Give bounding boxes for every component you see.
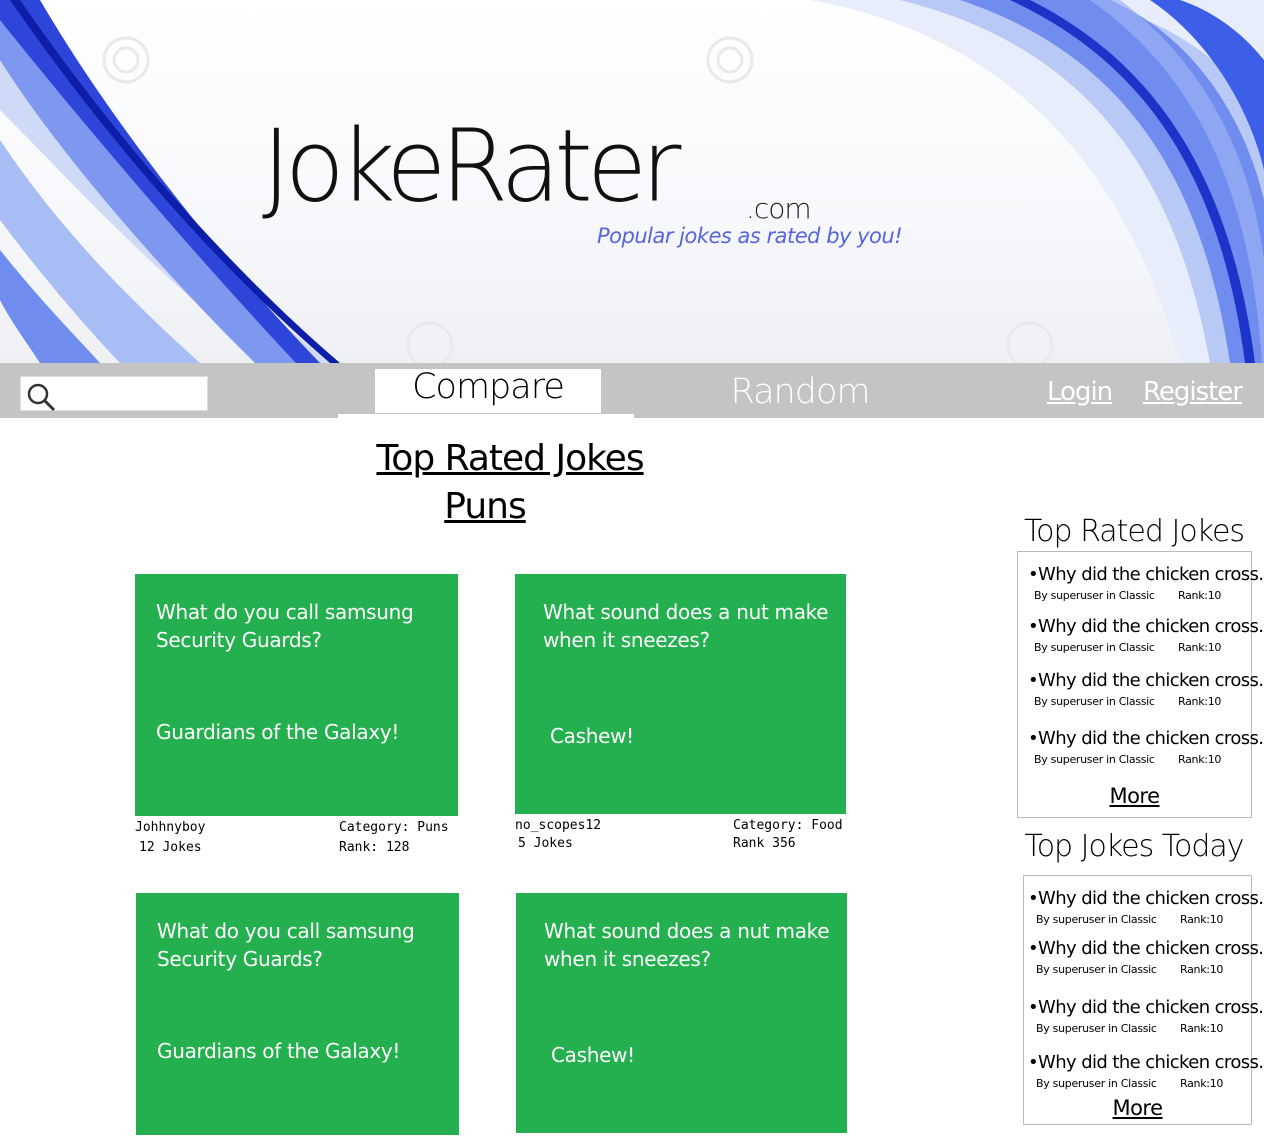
sidebar-joke-link[interactable]: •Why did the chicken cross... xyxy=(1028,728,1264,749)
sidebar-joke-link[interactable]: •Why did the chicken cross... xyxy=(1028,938,1264,959)
sidebar-joke-rank: Rank:10 xyxy=(1178,695,1222,708)
more-link[interactable]: More xyxy=(1024,1096,1251,1120)
sidebar-joke-link[interactable]: •Why did the chicken cross... xyxy=(1028,616,1264,637)
sidebar-top-rated-title: Top Rated Jokes xyxy=(1023,514,1245,549)
joke-rank: Rank: 128 xyxy=(339,840,410,855)
site-logo[interactable]: JokeRater xyxy=(262,117,681,217)
sidebar-joke-rank: Rank:10 xyxy=(1180,913,1224,926)
joke-author[interactable]: Johhnyboy xyxy=(135,818,205,838)
sidebar-joke-byline: By superuser in Classic xyxy=(1036,913,1157,926)
sidebar-joke-byline: By superuser in Classic xyxy=(1036,1077,1157,1090)
joke-question: What do you call samsung Security Guards… xyxy=(156,600,414,652)
login-link[interactable]: Login xyxy=(1047,377,1113,407)
joke-rank: Rank 356 xyxy=(733,836,796,851)
register-link[interactable]: Register xyxy=(1143,377,1243,407)
joke-question: What do you call samsung Security Guards… xyxy=(157,919,415,971)
joke-card[interactable]: What sound does a nut make when it sneez… xyxy=(515,574,846,814)
joke-author[interactable]: no_scopes12 xyxy=(515,816,601,836)
sidebar-joke-byline: By superuser in Classic xyxy=(1036,963,1157,976)
joke-question: What sound does a nut make when it sneez… xyxy=(544,919,830,971)
sidebar-joke-rank: Rank:10 xyxy=(1178,641,1222,654)
joke-answer: Cashew! xyxy=(550,724,634,748)
page-title[interactable]: Top Rated Jokes xyxy=(300,438,720,479)
tab-compare-label[interactable]: Compare xyxy=(375,367,601,407)
joke-author-count: 12 Jokes xyxy=(139,840,202,855)
joke-answer: Cashew! xyxy=(551,1043,635,1067)
joke-card[interactable]: What do you call samsung Security Guards… xyxy=(136,893,459,1135)
sidebar-joke-byline: By superuser in Classic xyxy=(1036,1022,1157,1035)
sidebar-joke-byline: By superuser in Classic xyxy=(1034,753,1155,766)
sidebar-joke-link[interactable]: •Why did the chicken cross... xyxy=(1028,1052,1264,1073)
joke-category: Category: Puns xyxy=(339,820,449,835)
joke-card[interactable]: What do you call samsung Security Guards… xyxy=(135,574,458,816)
site-logo-tld: .com xyxy=(746,192,812,225)
sidebar-joke-rank: Rank:10 xyxy=(1180,1022,1224,1035)
sidebar-top-rated-list: •Why did the chicken cross... By superus… xyxy=(1017,551,1264,818)
sidebar-joke-link[interactable]: •Why did the chicken cross... xyxy=(1028,888,1264,909)
joke-answer: Guardians of the Galaxy! xyxy=(157,1039,401,1063)
site-tagline: Popular jokes as rated by you! xyxy=(597,224,903,248)
sidebar-top-today-list: •Why did the chicken cross... By superus… xyxy=(1023,875,1264,1125)
sidebar-joke-link[interactable]: •Why did the chicken cross... xyxy=(1028,564,1264,585)
tab-compare-underline xyxy=(338,414,634,418)
more-link[interactable]: More xyxy=(1018,784,1251,808)
sidebar-joke-rank: Rank:10 xyxy=(1178,589,1222,602)
sidebar-joke-byline: By superuser in Classic xyxy=(1034,641,1155,654)
sidebar-joke-rank: Rank:10 xyxy=(1178,753,1222,766)
sidebar-joke-byline: By superuser in Classic xyxy=(1034,695,1155,708)
joke-category: Category: Food xyxy=(733,818,843,833)
sidebar-joke-rank: Rank:10 xyxy=(1180,963,1224,976)
joke-answer: Guardians of the Galaxy! xyxy=(156,720,400,744)
sidebar-joke-byline: By superuser in Classic xyxy=(1034,589,1155,602)
search-icon[interactable] xyxy=(26,382,56,412)
sidebar-joke-rank: Rank:10 xyxy=(1180,1077,1224,1090)
joke-author-count: 5 Jokes xyxy=(518,836,573,851)
sidebar-top-today-title: Top Jokes Today xyxy=(1024,829,1244,864)
sidebar-joke-link[interactable]: •Why did the chicken cross... xyxy=(1028,997,1264,1018)
tab-random[interactable]: Random xyxy=(700,372,900,412)
sidebar-joke-link[interactable]: •Why did the chicken cross... xyxy=(1028,670,1264,691)
category-title[interactable]: Puns xyxy=(385,486,585,527)
joke-card[interactable]: What sound does a nut make when it sneez… xyxy=(516,893,847,1133)
joke-question: What sound does a nut make when it sneez… xyxy=(543,600,829,652)
